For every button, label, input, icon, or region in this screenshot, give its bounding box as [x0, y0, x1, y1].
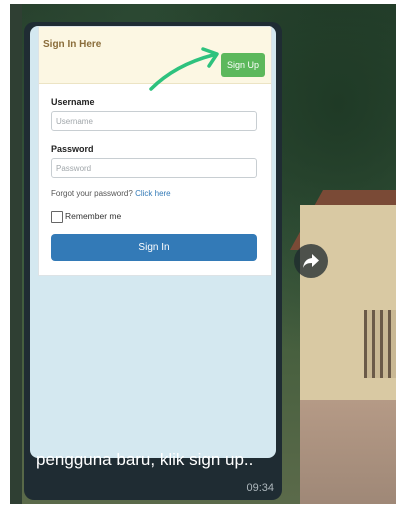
forgot-password-row: Forgot your password? Click here: [51, 189, 171, 198]
password-label: Password: [51, 144, 94, 154]
signup-button[interactable]: Sign Up: [221, 53, 265, 77]
forgot-password-link[interactable]: Click here: [135, 189, 171, 198]
paved-ground: [300, 400, 396, 504]
signin-button[interactable]: Sign In: [51, 234, 257, 261]
forward-button[interactable]: [294, 244, 328, 278]
curved-arrow-icon: [149, 47, 219, 91]
username-label: Username: [51, 97, 95, 107]
screenshot-image[interactable]: Sign In Here Sign Up Username Password F…: [30, 26, 276, 458]
forward-icon: [303, 254, 319, 268]
card-header: Sign In Here Sign Up: [39, 27, 271, 91]
left-edge-strip: [10, 4, 22, 504]
username-input[interactable]: [51, 111, 257, 131]
right-edge: [396, 4, 401, 504]
signin-card: Sign In Here Sign Up Username Password F…: [38, 26, 272, 276]
card-title: Sign In Here: [43, 39, 102, 50]
remember-me-checkbox[interactable]: [51, 211, 63, 223]
message-caption: pengguna baru, klik sign up..: [36, 450, 254, 469]
message-bubble[interactable]: Sign In Here Sign Up Username Password F…: [24, 22, 282, 500]
password-input[interactable]: [51, 158, 257, 178]
house-window: [364, 310, 396, 378]
remember-me-label: Remember me: [65, 211, 122, 221]
message-time: 09:34: [246, 482, 274, 494]
forgot-password-text: Forgot your password?: [51, 189, 133, 198]
